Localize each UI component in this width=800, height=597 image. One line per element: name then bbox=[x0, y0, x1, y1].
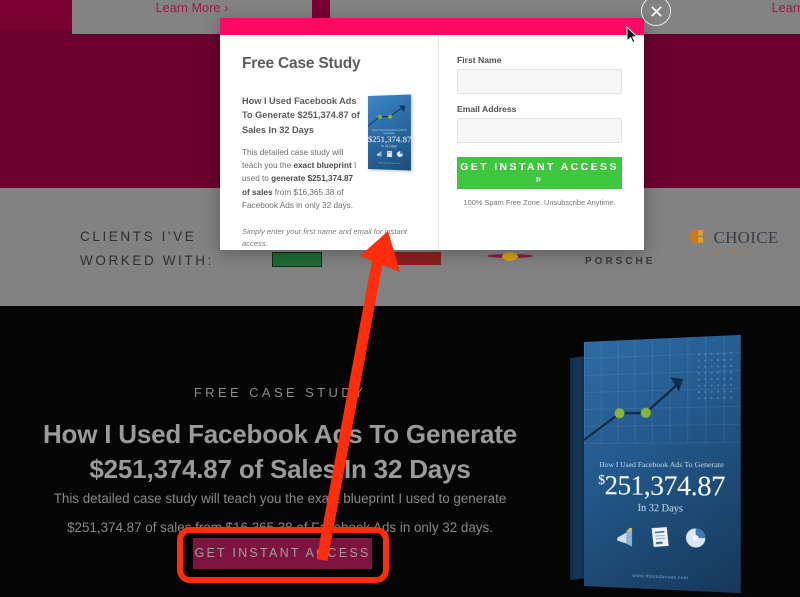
cd-disc-icon bbox=[396, 151, 403, 158]
modal-fine-print: 100% Spam Free Zone. Unsubscribe Anytime… bbox=[463, 198, 616, 207]
red-block-logo bbox=[393, 252, 441, 265]
choice-hotels-subtext: HOTELS bbox=[711, 250, 751, 256]
modal-paragraph-bold-1: exact blueprint bbox=[293, 161, 352, 171]
close-icon bbox=[650, 5, 662, 17]
modal-content-row: How I Used Facebook Ads To Generate $251… bbox=[242, 94, 422, 212]
modal-ebook-cover: How I Used Facebook Ads To Generate $251… bbox=[368, 94, 411, 171]
mouse-cursor bbox=[626, 26, 638, 44]
megaphone-icon bbox=[617, 527, 633, 547]
hero-ebook-icon-row bbox=[584, 522, 741, 553]
first-name-input[interactable] bbox=[457, 69, 622, 94]
modal-subheading: How I Used Facebook Ads To Generate $251… bbox=[242, 96, 360, 135]
modal-ebook-days: In 32 Days bbox=[381, 144, 397, 149]
clients-heading-line-2: WORKED WITH: bbox=[80, 252, 214, 268]
modal-ebook-mockup: How I Used Facebook Ads To Generate $251… bbox=[368, 94, 412, 171]
cta-highlight-outer-ring bbox=[177, 527, 389, 583]
modal-accent-bar bbox=[220, 18, 644, 35]
megaphone-icon bbox=[376, 151, 381, 158]
hero-ebook-cover: How I Used Facebook Ads To Generate $251… bbox=[584, 334, 741, 594]
modal-title: Free Case Study bbox=[242, 55, 361, 72]
modal-form-panel: First Name Email Address GET INSTANT ACC… bbox=[439, 35, 644, 250]
modal-get-instant-access-button[interactable]: GET INSTANT ACCESS » bbox=[457, 157, 622, 189]
cd-disc-icon bbox=[685, 528, 706, 548]
modal-ebook-amount: $251,374.87 bbox=[368, 134, 411, 144]
hero-ebook-amount-value: 251,374.87 bbox=[604, 470, 726, 502]
hero-title-line-2: $251,374.87 of Sales In 32 Days bbox=[89, 453, 471, 484]
modal-note: Simply enter your first name and email f… bbox=[242, 227, 408, 248]
hero-eyebrow: FREE CASE STUDY bbox=[193, 385, 367, 400]
case-study-modal: Free Case Study How I Used Facebook Ads … bbox=[220, 18, 644, 250]
hero-ebook-mockup: How I Used Facebook Ads To Generate $251… bbox=[570, 334, 741, 594]
modal-ebook-growth-chart-icon bbox=[368, 105, 406, 130]
email-address-label: Email Address bbox=[457, 104, 517, 114]
crest-logo bbox=[487, 250, 533, 263]
hero-ebook-growth-chart-icon bbox=[584, 376, 741, 460]
modal-paragraph: This detailed case study will teach you … bbox=[242, 146, 360, 212]
hero-title-line-1: How I Used Facebook Ads To Generate bbox=[42, 419, 518, 449]
hero-subtext-line-1: This detailed case study will teach you … bbox=[53, 491, 507, 506]
email-address-input[interactable] bbox=[457, 118, 622, 143]
modal-left-panel: Free Case Study How I Used Facebook Ads … bbox=[220, 35, 438, 250]
hero-title: How I Used Facebook Ads To Generate $251… bbox=[0, 417, 560, 486]
modal-ebook-footer: www.thisisdanvas.com bbox=[377, 162, 401, 165]
modal-body: Free Case Study How I Used Facebook Ads … bbox=[220, 35, 644, 250]
clients-heading-line-1: CLIENTS I'VE bbox=[80, 229, 197, 244]
modal-ebook-icon-row bbox=[368, 150, 411, 158]
porsche-logo: PORSCHE bbox=[585, 256, 656, 267]
choice-hotels-logo: CHOICE HOTELS bbox=[689, 228, 779, 256]
document-icon bbox=[386, 150, 392, 157]
clients-heading: CLIENTS I'VE WORKED WITH: bbox=[80, 225, 214, 272]
screen: automation software – made simple. Learn… bbox=[0, 0, 800, 597]
green-block-logo bbox=[272, 252, 322, 267]
modal-text-column: How I Used Facebook Ads To Generate $251… bbox=[242, 94, 360, 212]
feature-card-4[interactable]: …age solution – that won’t break the ban… bbox=[688, 0, 800, 34]
modal-ebook-amount-value: 251,374.87 bbox=[372, 134, 411, 145]
hero-ebook-footer: www.thisisdanvas.com bbox=[632, 572, 689, 581]
hero-ebook-tagline: How I Used Facebook Ads To Generate bbox=[599, 459, 724, 470]
choice-hotels-mark-icon bbox=[689, 228, 706, 250]
choice-hotels-wordmark: CHOICE bbox=[713, 228, 779, 247]
first-name-label: First Name bbox=[457, 55, 502, 65]
document-icon bbox=[651, 526, 669, 547]
hero-ebook-days: In 32 Days bbox=[637, 502, 683, 515]
hero-ebook-amount: $251,374.87 bbox=[584, 470, 741, 503]
feature-card-4-learn-more-link[interactable]: Learn More › bbox=[688, 0, 800, 20]
